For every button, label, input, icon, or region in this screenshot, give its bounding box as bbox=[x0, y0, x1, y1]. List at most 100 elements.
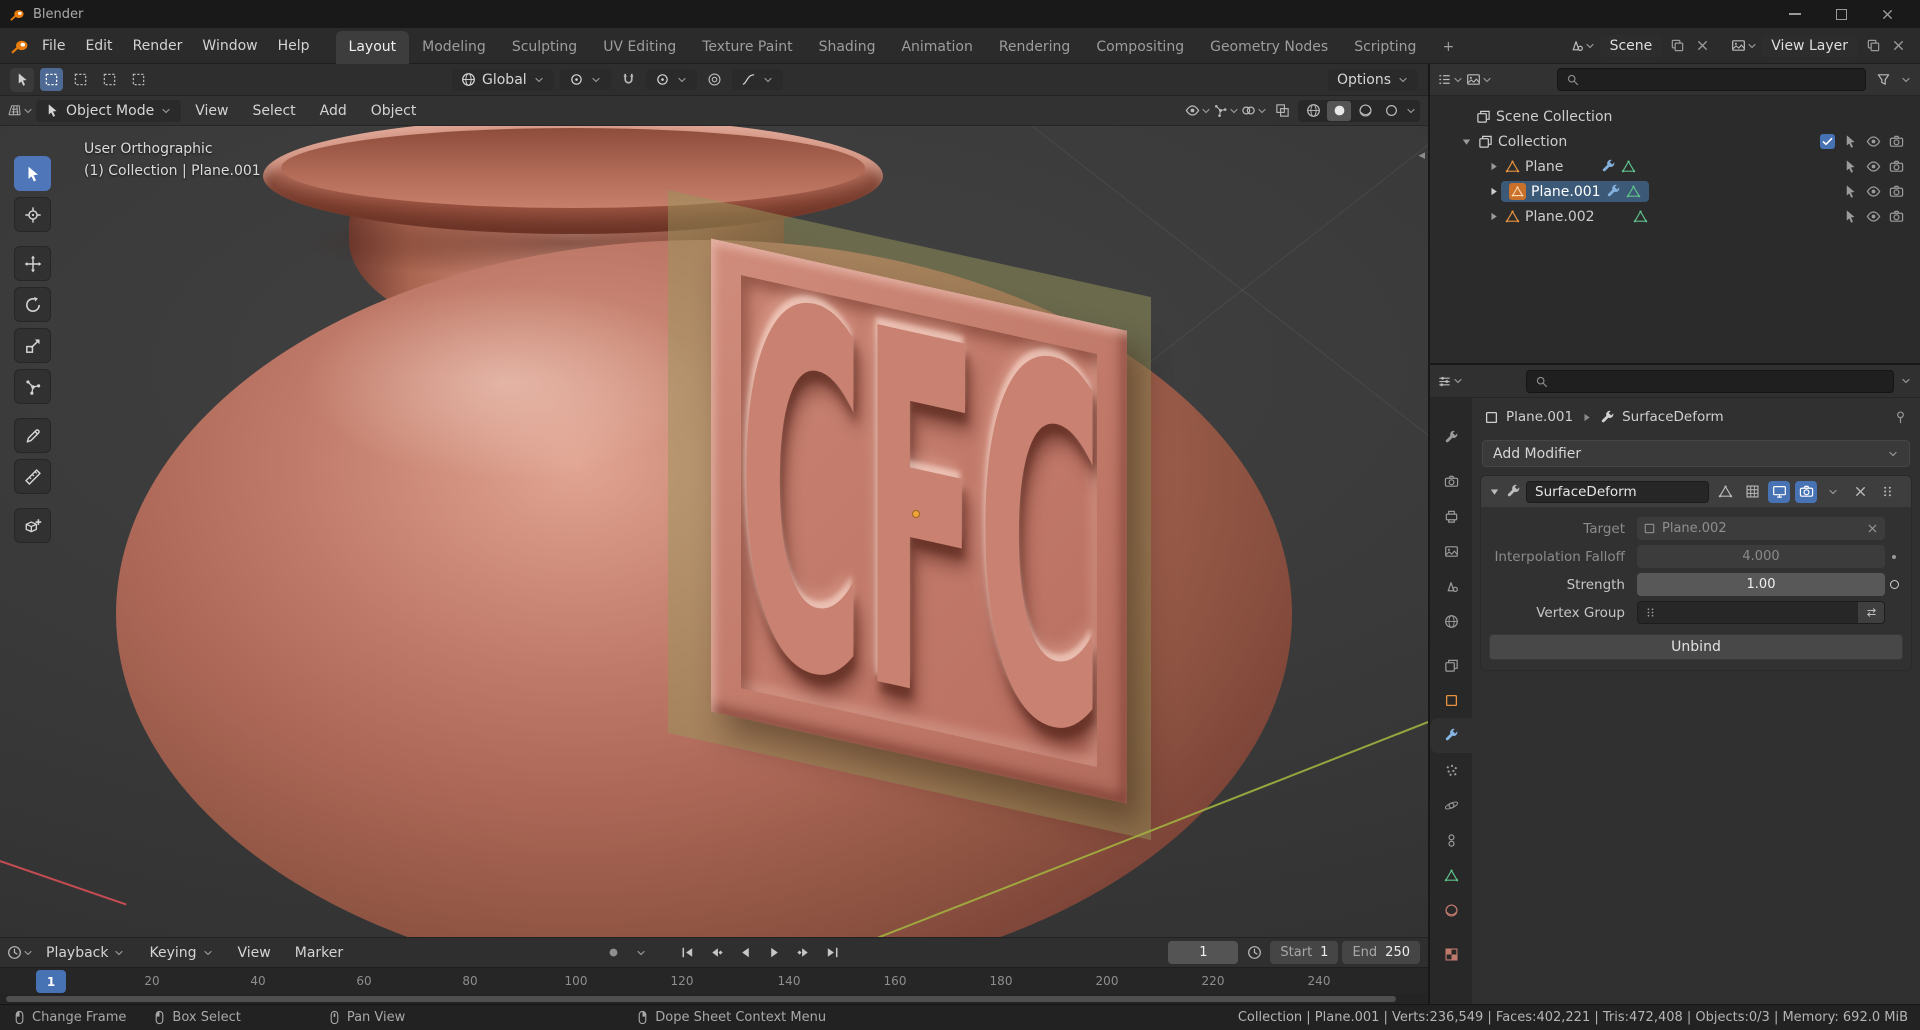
modifier-drag-handle[interactable] bbox=[1876, 481, 1898, 503]
scrollbar-thumb[interactable] bbox=[6, 996, 1396, 1002]
invert-vertex-group-button[interactable] bbox=[1858, 602, 1884, 623]
tab-output[interactable] bbox=[1430, 499, 1472, 534]
falloff-field[interactable]: 4.000 bbox=[1637, 545, 1885, 568]
timeline-menu-playback[interactable]: Playback bbox=[36, 942, 135, 964]
breadcrumb-object[interactable]: Plane.001 bbox=[1506, 409, 1573, 425]
tab-particles[interactable] bbox=[1430, 753, 1472, 788]
tab-rendering[interactable]: Rendering bbox=[986, 31, 1084, 64]
render-camera-icon[interactable] bbox=[1889, 159, 1904, 174]
view-layer-name-field[interactable]: View Layer bbox=[1761, 34, 1858, 57]
tool-cursor[interactable] bbox=[14, 197, 51, 232]
shading-solid-button[interactable] bbox=[1327, 100, 1351, 121]
tool-move[interactable] bbox=[14, 246, 51, 281]
modifier-extras-dropdown[interactable] bbox=[1822, 481, 1844, 503]
current-frame-field[interactable]: 1 bbox=[1168, 941, 1239, 964]
tab-uv-editing[interactable]: UV Editing bbox=[590, 31, 689, 64]
tab-render[interactable] bbox=[1430, 464, 1472, 499]
tool-scale[interactable] bbox=[14, 328, 51, 363]
menu-window[interactable]: Window bbox=[192, 33, 267, 59]
frame-start-field[interactable]: Start 1 bbox=[1270, 941, 1339, 964]
scene-browse-button[interactable] bbox=[1571, 35, 1595, 57]
shading-wireframe-button[interactable] bbox=[1301, 101, 1325, 121]
clear-x-icon[interactable] bbox=[1866, 522, 1879, 535]
minimize-button[interactable] bbox=[1772, 0, 1818, 28]
disclosure-closed-icon[interactable] bbox=[1487, 160, 1500, 173]
viewport-menu-object[interactable]: Object bbox=[361, 100, 427, 122]
show-in-viewport-button[interactable] bbox=[1768, 480, 1790, 503]
playhead[interactable]: 1 bbox=[36, 970, 66, 993]
select-mode-set-button[interactable] bbox=[40, 68, 63, 91]
tab-geometry-nodes[interactable]: Geometry Nodes bbox=[1197, 31, 1341, 64]
timeline-editor-type-button[interactable] bbox=[8, 942, 32, 964]
collection-checkbox[interactable] bbox=[1820, 134, 1835, 149]
unbind-button[interactable]: Unbind bbox=[1489, 634, 1903, 660]
menu-help[interactable]: Help bbox=[268, 33, 320, 59]
outliner-search-input[interactable] bbox=[1557, 68, 1866, 91]
tab-world[interactable] bbox=[1430, 604, 1472, 639]
timeline-ruler[interactable]: 20 40 60 80 100 120 140 160 180 200 220 … bbox=[0, 967, 1428, 994]
selectable-icon[interactable] bbox=[1843, 134, 1858, 149]
tab-layout[interactable]: Layout bbox=[335, 30, 410, 64]
render-camera-icon[interactable] bbox=[1889, 134, 1904, 149]
viewport-menu-select[interactable]: Select bbox=[242, 100, 305, 122]
pivot-point-dropdown[interactable] bbox=[559, 69, 611, 90]
animate-dot-icon[interactable] bbox=[1892, 554, 1896, 559]
tool-select-box[interactable] bbox=[14, 156, 51, 191]
keying-set-dropdown[interactable] bbox=[629, 942, 653, 964]
timeline-menu-keying[interactable]: Keying bbox=[139, 942, 223, 964]
tool-annotate[interactable] bbox=[14, 418, 51, 453]
maximize-button[interactable] bbox=[1818, 0, 1864, 28]
scene-unlink-button[interactable] bbox=[1692, 36, 1712, 56]
tool-transform[interactable] bbox=[14, 369, 51, 404]
tab-modifiers[interactable] bbox=[1430, 718, 1472, 753]
show-in-editmode-button[interactable] bbox=[1741, 481, 1763, 503]
properties-search-input[interactable] bbox=[1526, 369, 1894, 393]
frame-end-field[interactable]: End 250 bbox=[1342, 941, 1420, 964]
timeline-scrollbar[interactable] bbox=[0, 994, 1428, 1004]
tab-object-data[interactable] bbox=[1430, 858, 1472, 893]
auto-keying-button[interactable] bbox=[601, 942, 625, 964]
vertex-group-field[interactable] bbox=[1637, 601, 1885, 624]
disclosure-closed-icon[interactable] bbox=[1487, 185, 1500, 198]
blender-menu-button[interactable] bbox=[8, 35, 32, 57]
snap-toggle-button[interactable] bbox=[617, 68, 640, 91]
menu-edit[interactable]: Edit bbox=[75, 33, 122, 59]
mode-dropdown[interactable]: Object Mode bbox=[36, 99, 182, 122]
viewport-menu-view[interactable]: View bbox=[185, 100, 238, 122]
hide-eye-icon[interactable] bbox=[1866, 209, 1881, 224]
scene-name-field[interactable]: Scene bbox=[1599, 34, 1663, 57]
outliner-row-collection[interactable]: Collection bbox=[1430, 129, 1920, 154]
display-mode-dropdown[interactable] bbox=[1467, 69, 1491, 91]
tab-material[interactable] bbox=[1430, 893, 1472, 928]
tab-object[interactable] bbox=[1430, 683, 1472, 718]
tab-collection[interactable] bbox=[1430, 648, 1472, 683]
view-layer-remove-button[interactable] bbox=[1888, 36, 1908, 56]
add-workspace-button[interactable]: + bbox=[1429, 31, 1467, 64]
gizmos-dropdown[interactable] bbox=[1214, 100, 1238, 122]
hide-eye-icon[interactable] bbox=[1866, 134, 1881, 149]
active-tool-button[interactable] bbox=[10, 67, 34, 92]
breadcrumb-modifier[interactable]: SurfaceDeform bbox=[1622, 409, 1724, 425]
tab-animation[interactable]: Animation bbox=[888, 31, 985, 64]
menu-file[interactable]: File bbox=[32, 33, 75, 59]
tab-scene[interactable] bbox=[1430, 569, 1472, 604]
selectable-icon[interactable] bbox=[1843, 209, 1858, 224]
jump-to-start-button[interactable] bbox=[675, 942, 700, 964]
disclosure-open-icon[interactable] bbox=[1460, 135, 1473, 148]
properties-editor-type-button[interactable] bbox=[1438, 370, 1462, 392]
timeline-menu-view[interactable]: View bbox=[228, 942, 281, 964]
expand-triangle-icon[interactable] bbox=[1488, 485, 1501, 498]
tool-measure[interactable] bbox=[14, 459, 51, 494]
select-mode-intersect-button[interactable] bbox=[127, 68, 150, 91]
play-button[interactable] bbox=[762, 942, 787, 964]
shading-rendered-button[interactable] bbox=[1379, 101, 1403, 121]
disclosure-closed-icon[interactable] bbox=[1487, 210, 1500, 223]
outliner-filter-button[interactable] bbox=[1871, 69, 1895, 91]
overlays-dropdown[interactable] bbox=[1242, 100, 1266, 122]
pin-icon[interactable] bbox=[1893, 410, 1908, 425]
strength-field[interactable]: 1.00 bbox=[1637, 573, 1885, 596]
shading-material-button[interactable] bbox=[1353, 101, 1377, 121]
tab-view-layer[interactable] bbox=[1430, 534, 1472, 569]
view-layer-browse-button[interactable] bbox=[1732, 35, 1756, 57]
tab-shading[interactable]: Shading bbox=[806, 31, 889, 64]
